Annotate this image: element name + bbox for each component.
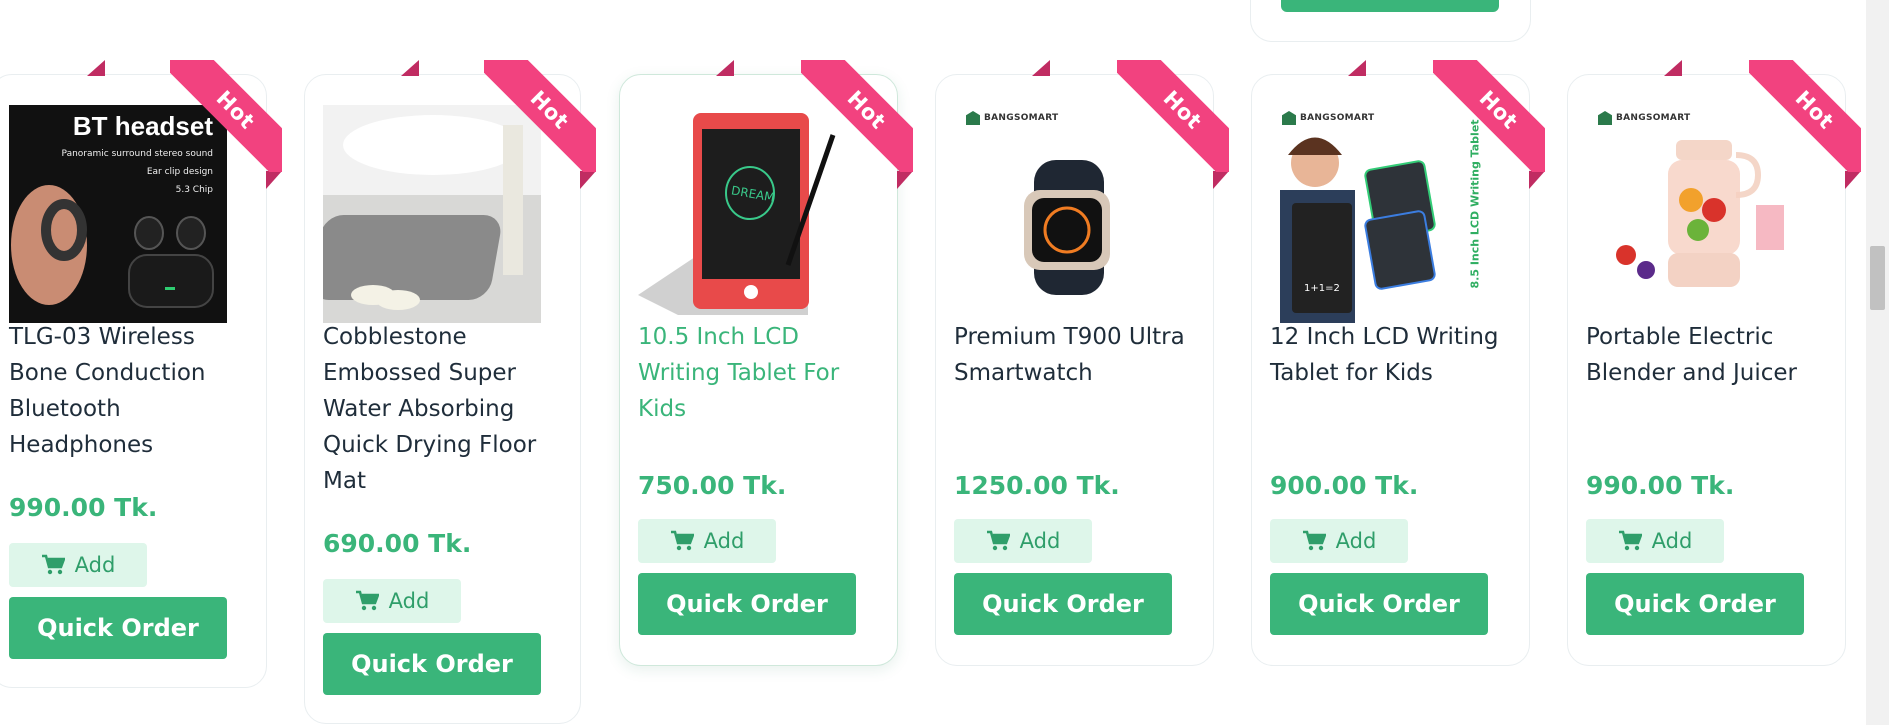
quick-order-button[interactable]: Quick Order [1586, 573, 1804, 635]
product-card: Hot BANGSOMART Cobblestone Embossed Supe… [304, 60, 596, 724]
hot-badge: Hot [1749, 60, 1861, 172]
scrollbar-thumb[interactable] [1870, 246, 1885, 310]
ribbon-fold [580, 171, 596, 189]
product-title[interactable]: Cobblestone Embossed Super Water Absorbi… [323, 319, 563, 499]
product-card: Hot DREAM 10.5 Inch LCD Writing Tablet F… [619, 60, 913, 666]
hot-badge: Hot [1117, 60, 1229, 172]
hot-badge: Hot [484, 60, 596, 172]
hot-badge: Hot [801, 60, 913, 172]
cart-icon [41, 554, 65, 575]
image-board-text: 1+1=2 [1304, 283, 1340, 294]
ribbon-fold [1213, 171, 1229, 189]
product-price: 990.00 Tk. [9, 493, 158, 522]
product-price: 990.00 Tk. [1586, 471, 1735, 500]
ribbon-fold [1845, 171, 1861, 189]
ribbon-fold [266, 171, 282, 189]
quick-order-button[interactable]: Quick Order [323, 633, 541, 695]
product-card: Hot BANGSOMART Premium T900 Ultra Smartw… [935, 60, 1229, 666]
product-card: Hot BT headset Panoramic surround stereo… [0, 60, 282, 688]
ribbon-fold [401, 60, 419, 76]
cart-icon [355, 590, 379, 611]
ribbon-fold [87, 60, 105, 76]
quick-order-button[interactable]: Quick Order [954, 573, 1172, 635]
ribbon-fold [1664, 60, 1682, 76]
ribbon-fold [716, 60, 734, 76]
add-to-cart-button[interactable]: Add [323, 579, 461, 623]
ribbon-fold [1032, 60, 1050, 76]
product-title[interactable]: TLG-03 Wireless Bone Conduction Bluetoot… [9, 319, 249, 463]
cart-icon [1302, 530, 1326, 551]
vertical-scrollbar[interactable] [1866, 0, 1889, 725]
add-label: Add [1019, 529, 1061, 553]
product-title[interactable]: Premium T900 Ultra Smartwatch [954, 319, 1194, 391]
cart-icon [1618, 530, 1642, 551]
hot-badge: Hot [1433, 60, 1545, 172]
product-title[interactable]: 10.5 Inch LCD Writing Tablet For Kids [638, 319, 878, 427]
add-label: Add [1651, 529, 1693, 553]
add-to-cart-button[interactable]: Add [9, 543, 147, 587]
product-card-partial [1250, 0, 1531, 42]
add-label: Add [74, 553, 116, 577]
add-to-cart-button[interactable]: Add [954, 519, 1092, 563]
quick-order-button[interactable]: Quick Order [638, 573, 856, 635]
quick-order-button-partial[interactable] [1281, 0, 1499, 12]
product-price: 1250.00 Tk. [954, 471, 1120, 500]
add-to-cart-button[interactable]: Add [638, 519, 776, 563]
add-label: Add [388, 589, 430, 613]
product-card: Hot BANGSOMART 8.5 Inch LCD Writing Tabl… [1251, 60, 1545, 666]
quick-order-button[interactable]: Quick Order [1270, 573, 1488, 635]
add-label: Add [1335, 529, 1377, 553]
product-price: 690.00 Tk. [323, 529, 472, 558]
product-card: Hot BANGSOMART Portable Electric Blender… [1567, 60, 1861, 666]
product-title[interactable]: 12 Inch LCD Writing Tablet for Kids [1270, 319, 1510, 391]
product-grid-viewport: Hot BT headset Panoramic surround stereo… [0, 0, 1889, 725]
cart-icon [670, 530, 694, 551]
quick-order-button[interactable]: Quick Order [9, 597, 227, 659]
add-to-cart-button[interactable]: Add [1270, 519, 1408, 563]
hot-badge: Hot [170, 60, 282, 172]
product-price: 750.00 Tk. [638, 471, 787, 500]
ribbon-fold [1348, 60, 1366, 76]
product-title[interactable]: Portable Electric Blender and Juicer [1586, 319, 1826, 391]
ribbon-fold [1529, 171, 1545, 189]
add-to-cart-button[interactable]: Add [1586, 519, 1724, 563]
ribbon-fold [897, 171, 913, 189]
add-label: Add [703, 529, 745, 553]
product-price: 900.00 Tk. [1270, 471, 1419, 500]
cart-icon [986, 530, 1010, 551]
